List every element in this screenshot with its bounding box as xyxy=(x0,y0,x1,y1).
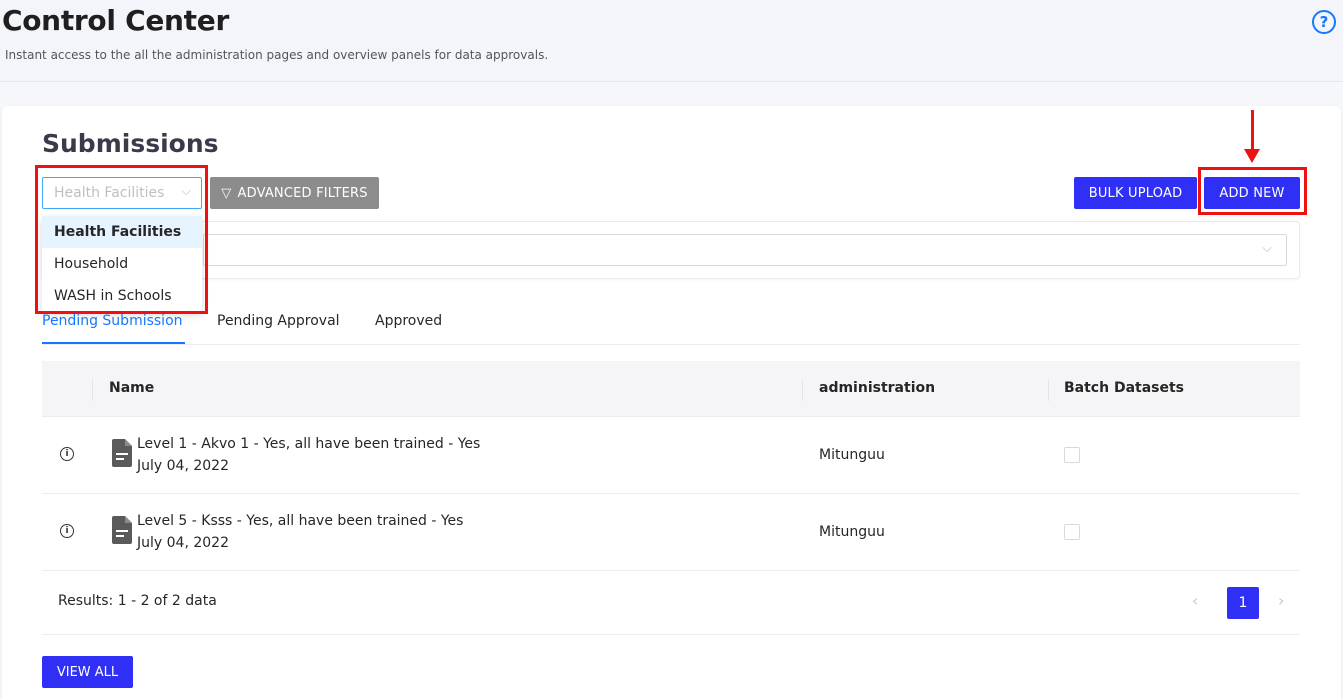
column-separator xyxy=(92,379,93,401)
submission-name: Level 5 - Ksss - Yes, all have been trai… xyxy=(137,513,464,529)
help-icon[interactable]: ? xyxy=(1312,10,1336,34)
batch-checkbox[interactable] xyxy=(1064,524,1080,540)
tab-approved[interactable]: Approved xyxy=(375,313,442,329)
annotation-arrow-head-icon xyxy=(1244,149,1260,163)
section-title: Submissions xyxy=(42,129,219,158)
table-header: Name administration Batch Datasets xyxy=(42,361,1300,417)
tab-pending-approval[interactable]: Pending Approval xyxy=(217,313,340,329)
table-row[interactable]: i Level 5 - Ksss - Yes, all have been tr… xyxy=(42,494,1300,571)
advanced-filters-label: ADVANCED FILTERS xyxy=(237,185,368,201)
bulk-upload-button[interactable]: BULK UPLOAD xyxy=(1074,177,1197,209)
tabs-divider xyxy=(42,344,1300,345)
active-tab-indicator xyxy=(42,342,185,344)
results-count: Results: 1 - 2 of 2 data xyxy=(58,593,217,609)
pagination-next-icon[interactable]: › xyxy=(1278,591,1284,610)
annotation-highlight-form-select xyxy=(35,165,208,314)
column-header-administration: administration xyxy=(819,380,936,396)
page-title: Control Center xyxy=(2,4,229,37)
pagination-page-1[interactable]: 1 xyxy=(1227,587,1259,619)
chevron-down-icon: ⌵ xyxy=(1262,241,1272,256)
info-icon[interactable]: i xyxy=(60,524,74,538)
view-all-button[interactable]: VIEW ALL xyxy=(42,656,133,688)
column-separator xyxy=(802,379,803,401)
submission-name: Level 1 - Akvo 1 - Yes, all have been tr… xyxy=(137,436,481,452)
column-header-batch-datasets: Batch Datasets xyxy=(1064,380,1185,396)
pagination-prev-icon[interactable]: ‹ xyxy=(1192,591,1198,610)
administration-select[interactable]: ⌵ xyxy=(203,234,1287,266)
submission-administration: Mitunguu xyxy=(819,447,885,463)
info-icon[interactable]: i xyxy=(60,447,74,461)
column-separator xyxy=(1048,379,1049,401)
document-icon xyxy=(112,516,132,544)
table-footer: Results: 1 - 2 of 2 data ‹ 1 › xyxy=(42,571,1300,635)
annotation-arrow-line xyxy=(1251,110,1254,152)
column-header-name: Name xyxy=(109,380,155,396)
tab-pending-submission[interactable]: Pending Submission xyxy=(42,313,183,329)
advanced-filters-button[interactable]: ▽ ADVANCED FILTERS xyxy=(210,177,379,209)
page-header: Control Center Instant access to the all… xyxy=(0,0,1343,82)
page-subtitle: Instant access to the all the administra… xyxy=(5,48,549,62)
batch-checkbox[interactable] xyxy=(1064,447,1080,463)
annotation-highlight-add-new xyxy=(1198,167,1307,215)
advanced-filter-panel: ⌵ xyxy=(42,221,1300,279)
filter-icon: ▽ xyxy=(221,185,232,201)
submission-date: July 04, 2022 xyxy=(137,458,229,474)
document-icon xyxy=(112,439,132,467)
submission-administration: Mitunguu xyxy=(819,524,885,540)
submission-date: July 04, 2022 xyxy=(137,535,229,551)
table-row[interactable]: i Level 1 - Akvo 1 - Yes, all have been … xyxy=(42,417,1300,494)
